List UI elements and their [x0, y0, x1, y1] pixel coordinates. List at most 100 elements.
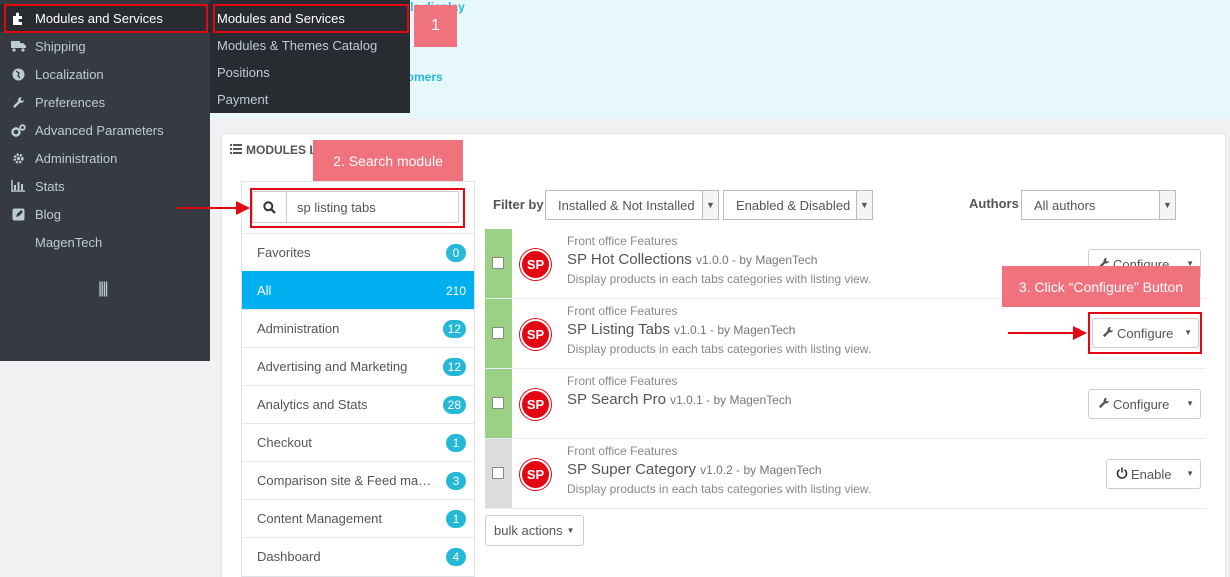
bar-chart-icon	[10, 178, 26, 194]
arrow-to-search	[177, 207, 237, 209]
module-title: SP Search Pro v1.0.1 - by MagenTech	[567, 391, 792, 408]
module-description: Display products in each tabs categories…	[567, 272, 872, 286]
install-filter-value: Installed & Not Installed	[558, 197, 695, 213]
sidebar-item-stats[interactable]: Stats	[0, 172, 210, 200]
enable-label: Enable	[1131, 466, 1172, 482]
category-analytics-stats[interactable]: Analytics and Stats 28	[242, 385, 474, 423]
sidebar-item-label: Localization	[35, 66, 104, 82]
category-count-badge: 210	[445, 283, 466, 298]
category-count-badge: 28	[442, 395, 466, 414]
authors-select[interactable]: All authors ▼	[1021, 190, 1176, 220]
puzzle-icon	[10, 10, 26, 26]
sidebar-item-localization[interactable]: Localization	[0, 60, 210, 88]
submenu-item-positions[interactable]: Positions	[210, 59, 410, 86]
module-version: v1.0.2 - by MagenTech	[700, 463, 822, 477]
category-administration[interactable]: Administration 12	[242, 309, 474, 347]
module-category: Front office Features	[567, 444, 678, 458]
category-content-management[interactable]: Content Management 1	[242, 499, 474, 537]
cogs-icon	[10, 122, 26, 138]
module-category: Front office Features	[567, 234, 678, 248]
authors-label: Authors	[969, 196, 1019, 211]
collapse-menu-icon[interactable]: ||||	[98, 280, 109, 298]
submenu-item-modules-and-services[interactable]: Modules and Services	[210, 5, 410, 32]
chevron-down-icon: ▼	[856, 191, 872, 219]
category-count-badge: 12	[442, 357, 466, 376]
module-checkbox[interactable]	[492, 397, 504, 409]
category-favorites[interactable]: Favorites 0	[242, 233, 474, 271]
category-name: Analytics and Stats	[257, 397, 368, 412]
globe-icon	[10, 66, 26, 82]
module-category: Front office Features	[567, 304, 678, 318]
submenu: Modules and Services Modules & Themes Ca…	[210, 0, 410, 113]
module-logo: SP	[520, 459, 551, 490]
category-name: Checkout	[257, 435, 312, 450]
submenu-item-payment[interactable]: Payment	[210, 86, 410, 113]
category-comparison-site[interactable]: Comparison site & Feed mana... 3	[242, 461, 474, 499]
module-checkbox[interactable]	[492, 467, 504, 479]
module-checkbox[interactable]	[492, 257, 504, 269]
sidebar-item-advanced-parameters[interactable]: Advanced Parameters	[0, 116, 210, 144]
sidebar-item-magentech[interactable]: MagenTech	[0, 228, 210, 256]
sidebar-item-blog[interactable]: Blog	[0, 200, 210, 228]
category-count-badge: 1	[446, 509, 466, 528]
submenu-item-modules-themes-catalog[interactable]: Modules & Themes Catalog	[210, 32, 410, 59]
category-dashboard[interactable]: Dashboard 4	[242, 537, 474, 575]
module-version: v1.0.1 - by MagenTech	[670, 393, 792, 407]
category-count-badge: 4	[446, 547, 466, 566]
module-name: SP Listing Tabs	[567, 321, 670, 338]
module-checkbox[interactable]	[492, 327, 504, 339]
sidebar-item-label: Modules and Services	[35, 10, 163, 26]
enable-button-sp-super-category[interactable]: Enable ▼	[1106, 459, 1201, 489]
sidebar-item-label: Shipping	[35, 38, 86, 54]
callout-step-3: 3. Click “Configure” Button	[1002, 266, 1200, 307]
category-all[interactable]: All 210	[242, 271, 474, 309]
category-name: Favorites	[257, 245, 311, 260]
category-count-badge: 0	[446, 243, 466, 262]
enable-filter-value: Enabled & Disabled	[736, 197, 851, 213]
arrow-to-configure	[1008, 332, 1074, 334]
truck-icon	[10, 38, 26, 54]
search-input[interactable]	[287, 199, 447, 215]
module-version: v1.0.1 - by MagenTech	[674, 323, 796, 337]
sidebar-item-administration[interactable]: Administration	[0, 144, 210, 172]
module-logo: SP	[520, 389, 551, 420]
category-name: All	[257, 283, 272, 298]
list-icon	[230, 143, 242, 157]
category-count-badge: 1	[446, 433, 466, 452]
module-title: SP Super Category v1.0.2 - by MagenTech	[567, 461, 822, 478]
bulk-actions-button[interactable]: bulk actions ▼	[485, 515, 584, 546]
caret-down-icon: ▼	[1186, 469, 1194, 478]
sidebar-item-shipping[interactable]: Shipping	[0, 32, 210, 60]
category-advertising-marketing[interactable]: Advertising and Marketing 12	[242, 347, 474, 385]
caret-down-icon: ▼	[566, 526, 575, 535]
module-search	[252, 191, 459, 223]
sidebar-item-preferences[interactable]: Preferences	[0, 88, 210, 116]
install-filter-select[interactable]: Installed & Not Installed ▼	[545, 190, 719, 220]
category-count-badge: 3	[446, 471, 466, 490]
callout-step-1: 1	[414, 5, 457, 47]
module-name: SP Hot Collections	[567, 251, 692, 268]
bulk-actions-label: bulk actions	[494, 523, 563, 538]
category-name: Advertising and Marketing	[257, 359, 408, 374]
configure-label: Configure	[1113, 396, 1170, 412]
module-row-sp-super-category: SP Front office Features SP Super Catego…	[485, 439, 1206, 509]
module-logo: SP	[520, 249, 551, 280]
arrow-head-configure	[1073, 326, 1087, 340]
module-name: SP Super Category	[567, 461, 696, 478]
wrench-icon	[1102, 326, 1114, 341]
category-name: Content Management	[257, 511, 383, 526]
configure-button-sp-search-pro[interactable]: Configure ▼	[1088, 389, 1201, 419]
sidebar-item-modules[interactable]: Modules and Services	[0, 4, 210, 32]
arrow-head-search	[236, 201, 250, 215]
module-logo: SP	[520, 319, 551, 350]
search-icon	[253, 192, 287, 222]
module-name: SP Search Pro	[567, 391, 666, 408]
enable-filter-select[interactable]: Enabled & Disabled ▼	[723, 190, 873, 220]
configure-button-sp-listing-tabs[interactable]: Configure ▼	[1092, 318, 1199, 348]
category-checkout[interactable]: Checkout 1	[242, 423, 474, 461]
sidebar-item-label: Administration	[35, 150, 118, 166]
category-name: Administration	[257, 321, 340, 336]
chevron-down-icon: ▼	[702, 191, 718, 219]
module-description: Display products in each tabs categories…	[567, 482, 872, 496]
edit-icon	[10, 206, 26, 222]
